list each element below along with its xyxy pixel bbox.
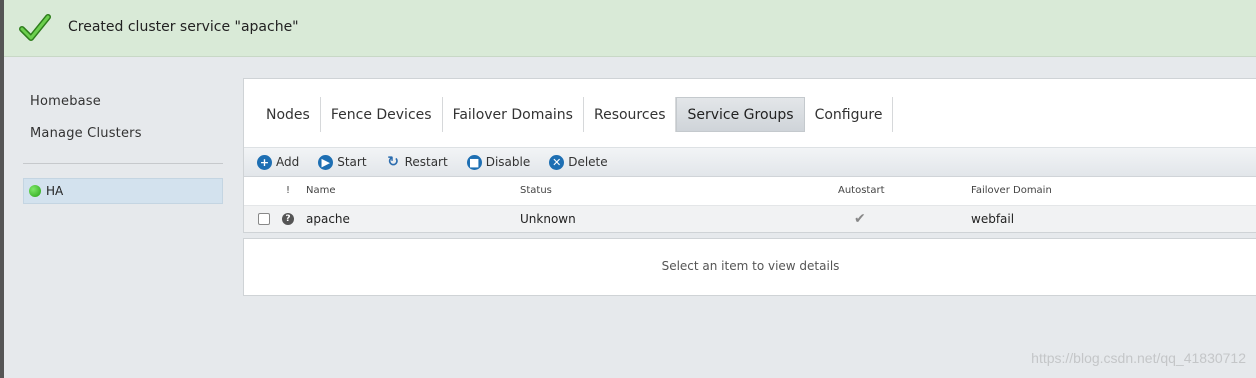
column-header-status[interactable]: Status xyxy=(520,185,552,196)
banner-message: Created cluster service "apache" xyxy=(68,19,299,35)
stop-icon: ■ xyxy=(466,154,482,170)
delete-button[interactable]: ✕ Delete xyxy=(549,154,608,170)
details-placeholder: Select an item to view details xyxy=(661,259,840,273)
sidebar-divider xyxy=(23,163,223,164)
add-button[interactable]: + Add xyxy=(257,154,300,170)
plus-icon: + xyxy=(257,154,272,170)
column-header-autostart[interactable]: Autostart xyxy=(838,185,885,196)
column-header-failover-domain[interactable]: Failover Domain xyxy=(971,185,1052,196)
status-dot-icon xyxy=(29,185,41,197)
disable-button-label: Disable xyxy=(485,155,531,169)
column-header-alert: ! xyxy=(286,185,291,196)
tab-resources[interactable]: Resources xyxy=(584,97,677,132)
sidebar-cluster-ha[interactable]: HA xyxy=(23,178,223,204)
tab-nodes[interactable]: Nodes xyxy=(256,97,321,132)
tab-service-groups[interactable]: Service Groups xyxy=(676,97,805,132)
toolbar: + Add ▶ Start ↻ Restart ■ Disable ✕ Dele… xyxy=(244,147,1256,177)
delete-x-icon: ✕ xyxy=(549,154,565,170)
column-header-name[interactable]: Name xyxy=(306,185,336,196)
tab-bar: Nodes Fence Devices Failover Domains Res… xyxy=(256,97,894,132)
add-button-label: Add xyxy=(276,155,300,169)
row-status: Unknown xyxy=(520,212,576,226)
sidebar-link-manage-clusters[interactable]: Manage Clusters xyxy=(30,126,142,141)
delete-button-label: Delete xyxy=(568,155,608,169)
sidebar-link-homebase[interactable]: Homebase xyxy=(30,94,101,109)
restart-button[interactable]: ↻ Restart xyxy=(386,153,448,170)
details-panel: Select an item to view details xyxy=(243,238,1256,296)
row-name: apache xyxy=(306,212,350,226)
restart-button-label: Restart xyxy=(404,155,448,169)
row-failover-domain: webfail xyxy=(971,212,1015,226)
tab-configure[interactable]: Configure xyxy=(805,97,894,132)
question-icon: ? xyxy=(282,213,294,225)
watermark: https://blog.csdn.net/qq_41830712 xyxy=(1031,350,1246,366)
tab-fence-devices[interactable]: Fence Devices xyxy=(321,97,443,132)
autostart-check-icon: ✔ xyxy=(854,211,866,227)
checkmark-icon xyxy=(19,14,51,41)
service-groups-panel: Nodes Fence Devices Failover Domains Res… xyxy=(243,78,1256,233)
start-button-label: Start xyxy=(337,155,367,169)
disable-button[interactable]: ■ Disable xyxy=(466,154,531,170)
success-banner: Created cluster service "apache" xyxy=(4,0,1256,57)
play-icon: ▶ xyxy=(318,154,334,170)
refresh-icon: ↻ xyxy=(387,153,399,170)
row-checkbox[interactable] xyxy=(258,213,270,225)
tab-failover-domains[interactable]: Failover Domains xyxy=(443,97,584,132)
start-button[interactable]: ▶ Start xyxy=(318,154,367,170)
cluster-label: HA xyxy=(46,184,64,198)
table-row[interactable]: ? apache Unknown ✔ webfail xyxy=(244,205,1256,232)
